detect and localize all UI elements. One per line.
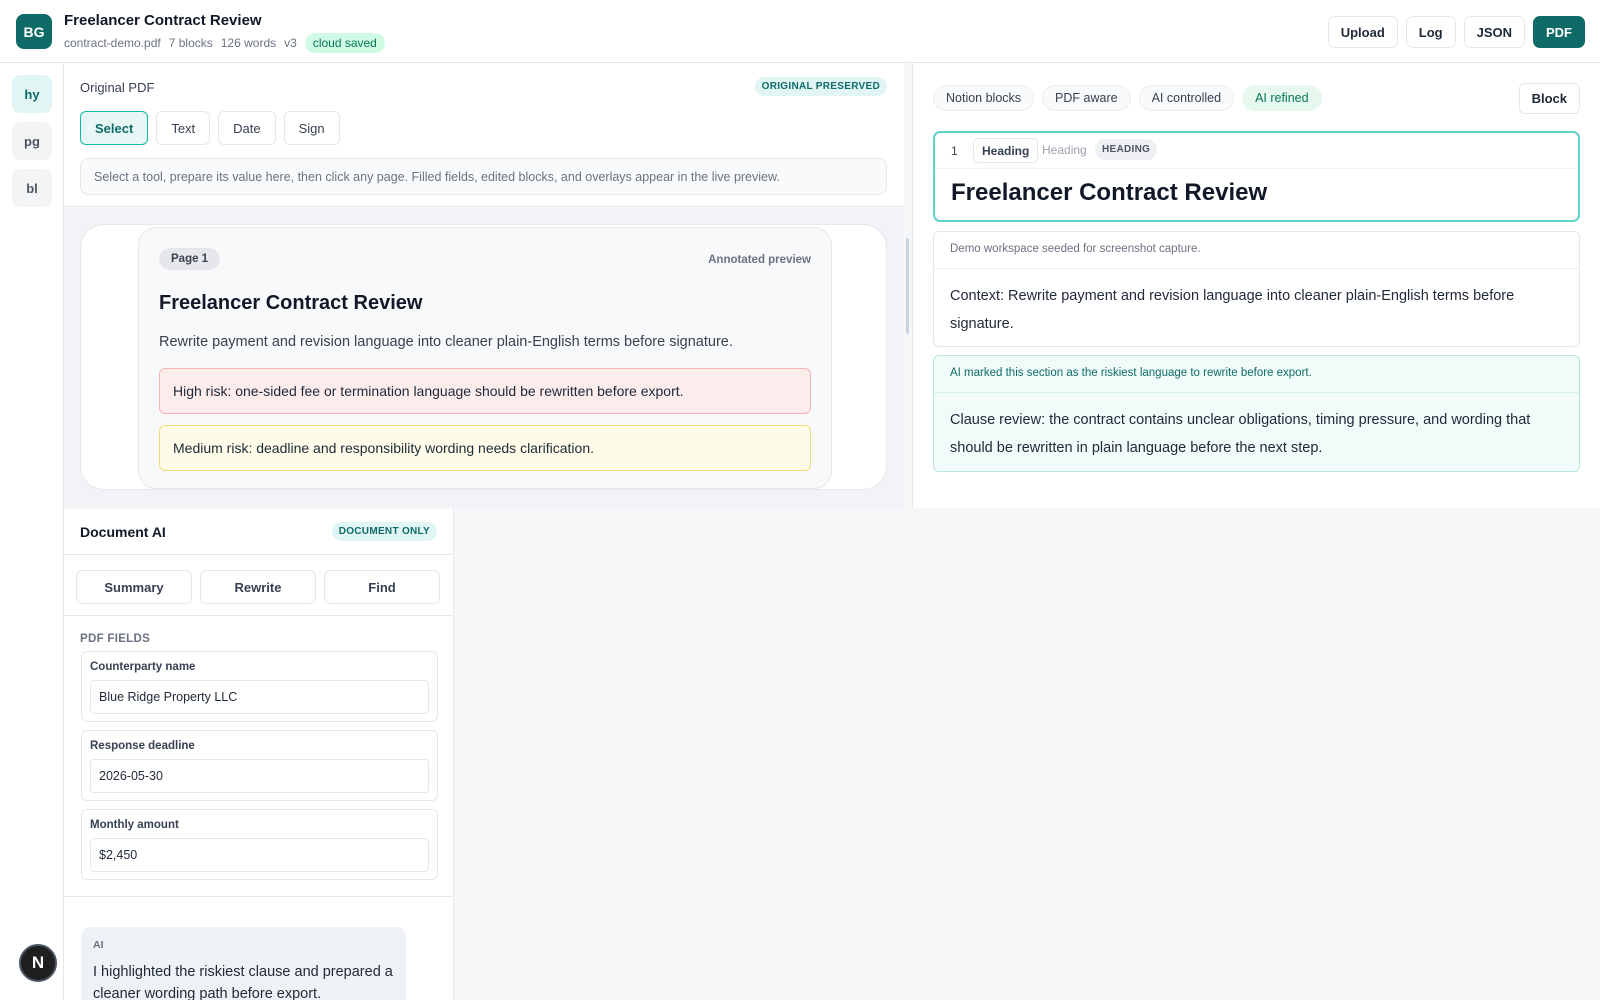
heading-block[interactable]: 1 Heading Heading HEADING Freelancer Con… bbox=[933, 131, 1580, 222]
blocks-editor-panel: Notion blocks PDF aware AI controlled AI… bbox=[912, 63, 1600, 508]
tool-selector: Select Text Date Sign bbox=[80, 111, 340, 145]
preview-mode-label: Annotated preview bbox=[708, 254, 811, 266]
original-pdf-title: Original PDF bbox=[80, 80, 155, 95]
divider bbox=[934, 392, 1579, 393]
summary-button[interactable]: Summary bbox=[76, 570, 192, 604]
document-meta: contract-demo.pdf 7 blocks 126 words v3 … bbox=[64, 33, 385, 53]
tool-sign[interactable]: Sign bbox=[283, 111, 340, 145]
chip-ai-controlled: AI controlled bbox=[1138, 85, 1235, 111]
upload-button[interactable]: Upload bbox=[1327, 16, 1398, 48]
divider bbox=[934, 268, 1579, 269]
pdf-export-button[interactable]: PDF bbox=[1533, 16, 1585, 48]
ai-action-tabs: Summary Rewrite Find bbox=[76, 570, 440, 604]
left-rail: hy pg bl bbox=[0, 63, 64, 1000]
divider bbox=[64, 615, 453, 616]
pdf-fields-heading: PDF FIELDS bbox=[80, 633, 151, 645]
log-button[interactable]: Log bbox=[1405, 16, 1456, 48]
context-block-text[interactable]: Context: Rewrite payment and revision la… bbox=[950, 282, 1565, 338]
field-label: Monthly amount bbox=[90, 819, 179, 831]
save-status-badge: cloud saved bbox=[304, 33, 385, 53]
chip-notion-blocks: Notion blocks bbox=[933, 85, 1035, 111]
file-name: contract-demo.pdf bbox=[64, 36, 161, 50]
page-heading: Freelancer Contract Review bbox=[159, 292, 423, 314]
document-title: Freelancer Contract Review bbox=[64, 12, 262, 29]
word-count: 126 words bbox=[220, 36, 277, 50]
pdf-page[interactable]: Page 1 Annotated preview Freelancer Cont… bbox=[138, 227, 832, 489]
document-ai-title: Document AI bbox=[80, 524, 166, 540]
divider bbox=[64, 896, 453, 897]
block-type-label: Heading bbox=[1042, 143, 1087, 157]
rail-item-page[interactable]: pg bbox=[12, 122, 52, 160]
field-label: Counterparty name bbox=[90, 661, 196, 673]
medium-risk-highlight[interactable]: Medium risk: deadline and responsibility… bbox=[159, 425, 811, 471]
block-type-tag: HEADING bbox=[1095, 139, 1158, 160]
ai-flagged-block[interactable]: AI marked this section as the riskiest l… bbox=[933, 355, 1580, 472]
original-pdf-toolbar: Original PDF ORIGINAL PRESERVED Select T… bbox=[64, 63, 904, 207]
block-count: 7 blocks bbox=[168, 36, 213, 50]
clause-review-text[interactable]: Clause review: the contract contains unc… bbox=[950, 406, 1565, 462]
document-ai-panel: Document AI DOCUMENT ONLY Summary Rewrit… bbox=[64, 509, 454, 1000]
ai-message-bubble: AI I highlighted the riskiest clause and… bbox=[81, 927, 406, 1000]
add-block-button[interactable]: Block bbox=[1518, 83, 1580, 114]
top-bar: BG Freelancer Contract Review contract-d… bbox=[0, 0, 1600, 63]
tool-text[interactable]: Text bbox=[156, 111, 211, 145]
tool-date[interactable]: Date bbox=[218, 111, 276, 145]
block-note: Demo workspace seeded for screenshot cap… bbox=[950, 243, 1201, 255]
counterparty-field: Counterparty name bbox=[81, 651, 438, 722]
tool-hint: Select a tool, prepare its value here, t… bbox=[80, 158, 887, 195]
field-label: Response deadline bbox=[90, 740, 195, 752]
amount-field: Monthly amount bbox=[81, 809, 438, 880]
block-number: 1 bbox=[951, 144, 958, 158]
header-actions: Upload Log JSON PDF bbox=[1327, 16, 1585, 48]
tool-select[interactable]: Select bbox=[80, 111, 149, 145]
heading-block-text[interactable]: Freelancer Contract Review bbox=[951, 179, 1267, 207]
divider bbox=[64, 554, 453, 555]
context-block[interactable]: Demo workspace seeded for screenshot cap… bbox=[933, 231, 1580, 347]
rail-item-blocks[interactable]: bl bbox=[12, 169, 52, 207]
ai-sender-label: AI bbox=[93, 939, 104, 951]
chip-ai-refined: AI refined bbox=[1242, 85, 1322, 111]
find-button[interactable]: Find bbox=[324, 570, 440, 604]
chip-pdf-aware: PDF aware bbox=[1042, 85, 1131, 111]
ai-flag-note: AI marked this section as the riskiest l… bbox=[950, 367, 1312, 379]
preview-scrollbar[interactable] bbox=[906, 238, 909, 334]
page-number-badge: Page 1 bbox=[159, 248, 221, 270]
pdf-preview-area: Page 1 Annotated preview Freelancer Cont… bbox=[64, 208, 904, 508]
block-type-select[interactable]: Heading bbox=[973, 138, 1039, 163]
original-preserved-badge: ORIGINAL PRESERVED bbox=[754, 77, 887, 96]
json-export-button[interactable]: JSON bbox=[1463, 16, 1525, 48]
rewrite-button[interactable]: Rewrite bbox=[200, 570, 316, 604]
deadline-field: Response deadline bbox=[81, 730, 438, 801]
counterparty-name-input[interactable] bbox=[90, 680, 429, 714]
rail-item-hybrid[interactable]: hy bbox=[12, 75, 52, 113]
high-risk-highlight[interactable]: High risk: one-sided fee or termination … bbox=[159, 368, 811, 414]
response-deadline-input[interactable] bbox=[90, 759, 429, 793]
block-toolbar: 1 Heading Heading HEADING bbox=[935, 133, 1578, 169]
pdf-preview-card: Page 1 Annotated preview Freelancer Cont… bbox=[80, 224, 887, 490]
feature-chips: Notion blocks PDF aware AI controlled AI… bbox=[933, 85, 1322, 111]
workspace-avatar[interactable]: BG bbox=[16, 14, 52, 49]
document-only-badge: DOCUMENT ONLY bbox=[331, 522, 437, 541]
dev-indicator-button[interactable]: N bbox=[19, 944, 57, 982]
page-paragraph: Rewrite payment and revision language in… bbox=[159, 334, 733, 350]
ai-message-text: I highlighted the riskiest clause and pr… bbox=[93, 964, 393, 1000]
version-label: v3 bbox=[284, 36, 297, 50]
monthly-amount-input[interactable] bbox=[90, 838, 429, 872]
